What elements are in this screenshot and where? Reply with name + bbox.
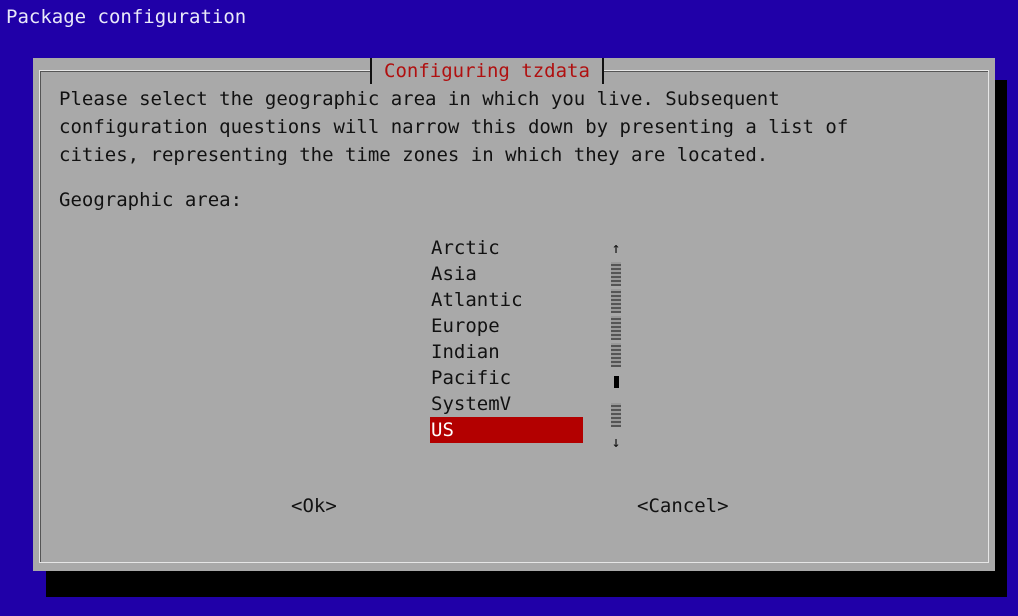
scroll-track (611, 316, 621, 340)
dialog-prompt: Please select the geographic area in whi… (59, 85, 848, 169)
scroll-thumb[interactable] (613, 376, 619, 388)
dialog-title: Configuring tzdata (384, 60, 590, 82)
backtitle: Package configuration (6, 6, 247, 28)
scroll-up-arrow-icon[interactable]: ↑ (608, 235, 624, 261)
list-item-indian[interactable]: Indian (430, 339, 583, 365)
cancel-button[interactable]: <Cancel> (637, 495, 729, 517)
scroll-track (611, 343, 621, 367)
list-item-asia[interactable]: Asia (430, 261, 583, 287)
list-item-systemv[interactable]: SystemV (430, 391, 583, 417)
prompt-line: cities, representing the time zones in w… (59, 144, 769, 166)
list-item-atlantic[interactable]: Atlantic (430, 287, 583, 313)
list-item-europe[interactable]: Europe (430, 313, 583, 339)
scroll-track (611, 262, 621, 286)
geographic-area-list[interactable]: Arctic Asia Atlantic Europe Indian Pacif… (430, 235, 583, 443)
scroll-down-arrow-icon[interactable]: ↓ (608, 429, 624, 455)
list-scrollbar[interactable]: ↑ ↓ (608, 235, 624, 455)
scroll-track (611, 403, 621, 427)
dialog-window: Configuring tzdata Please select the geo… (33, 58, 995, 571)
ok-button[interactable]: <Ok> (291, 495, 337, 517)
prompt-line: configuration questions will narrow this… (59, 116, 849, 138)
list-item-arctic[interactable]: Arctic (430, 235, 583, 261)
list-item-us[interactable]: US (430, 417, 583, 443)
scroll-track (611, 289, 621, 313)
list-label: Geographic area: (59, 189, 243, 211)
prompt-line: Please select the geographic area in whi… (59, 88, 780, 110)
list-item-pacific[interactable]: Pacific (430, 365, 583, 391)
dialog-title-box: Configuring tzdata (370, 58, 604, 84)
